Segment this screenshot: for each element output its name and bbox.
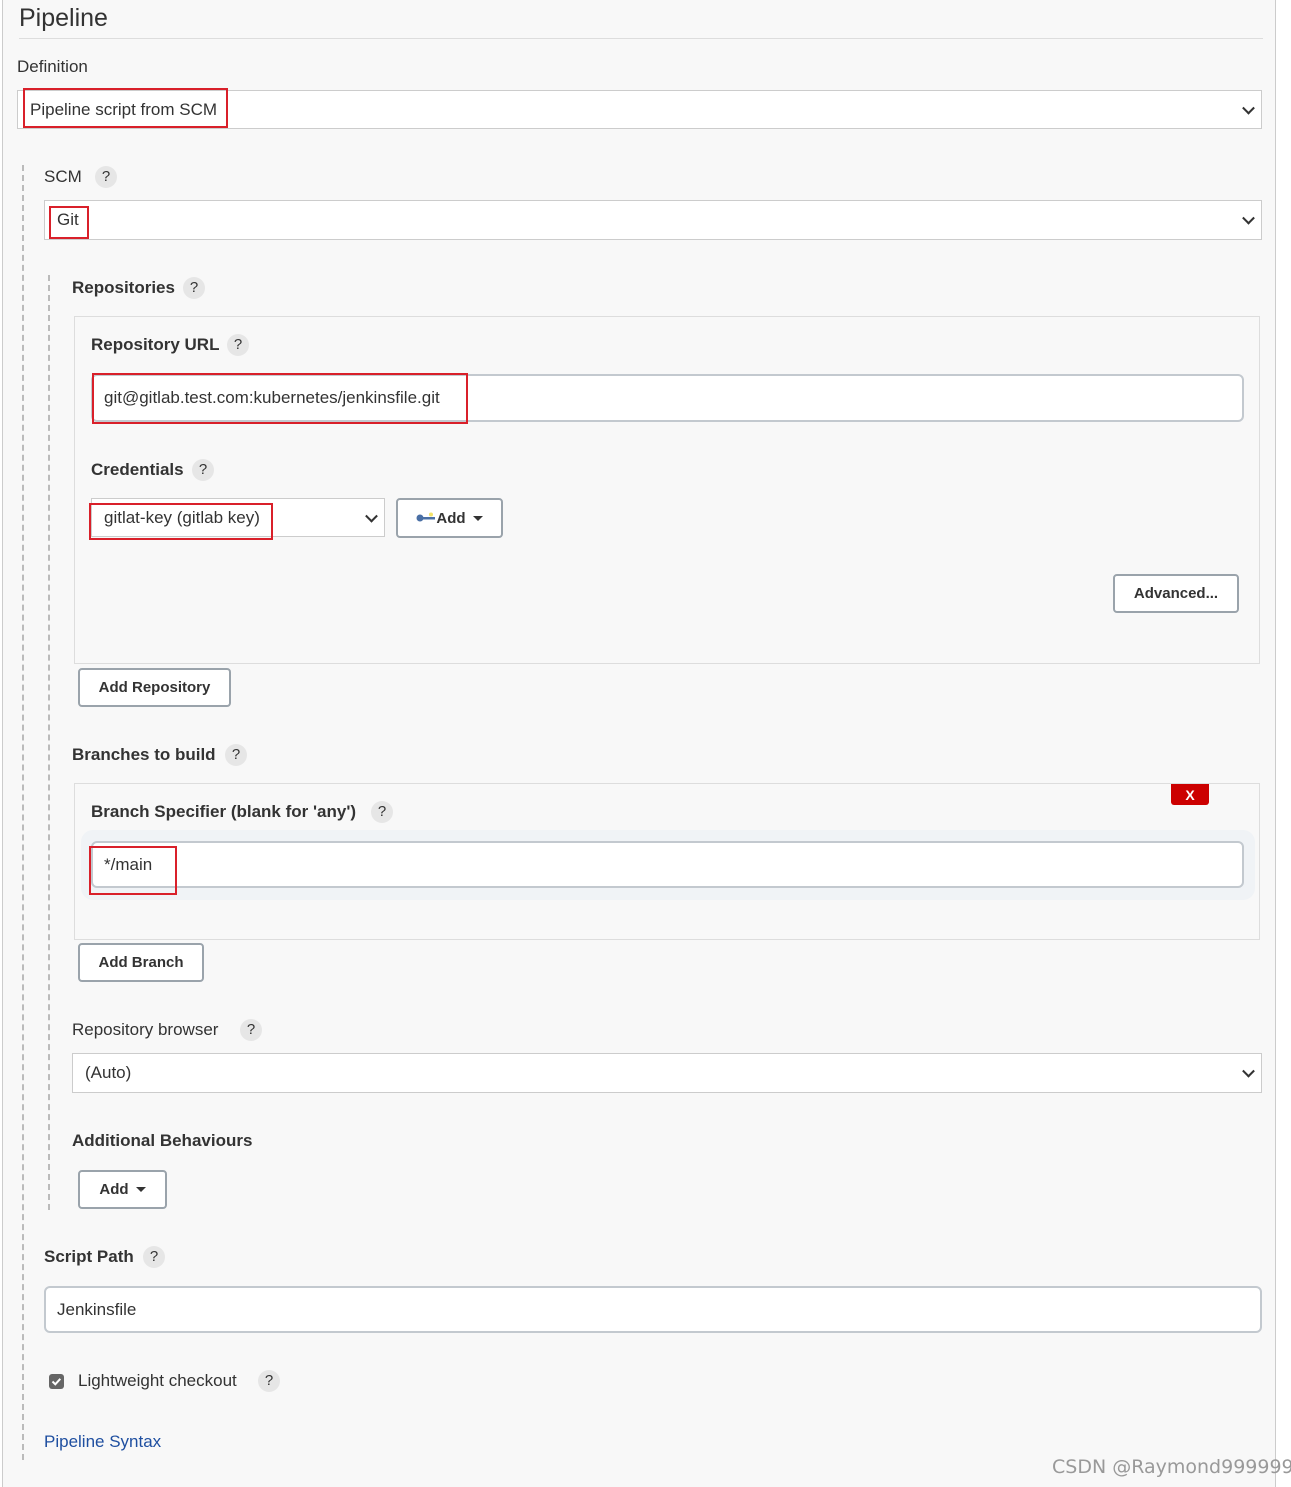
script-path-input[interactable]: Jenkinsfile: [44, 1286, 1262, 1333]
scm-select[interactable]: Git: [44, 200, 1262, 240]
script-path-label: Script Path: [44, 1247, 134, 1266]
highlight-box: [92, 373, 468, 424]
delete-branch-button[interactable]: X: [1171, 784, 1209, 805]
add-branch-button[interactable]: Add Branch: [78, 943, 204, 982]
caret-down-icon: [472, 515, 483, 521]
chevron-down-icon: [365, 509, 378, 523]
pipeline-syntax-link[interactable]: Pipeline Syntax: [44, 1432, 161, 1452]
key-icon: [416, 512, 436, 522]
branch-specifier-label: Branch Specifier (blank for 'any'): [91, 802, 357, 821]
help-icon[interactable]: ?: [143, 1246, 165, 1268]
caret-down-icon: [135, 1187, 146, 1192]
add-behaviour-button[interactable]: Add: [78, 1170, 167, 1209]
repository-entry: [74, 316, 1260, 664]
divider: [19, 38, 1263, 39]
help-icon[interactable]: ?: [227, 334, 249, 356]
add-credentials-button[interactable]: Add: [396, 498, 503, 538]
advanced-button[interactable]: Advanced...: [1113, 574, 1239, 613]
repository-browser-select[interactable]: (Auto): [72, 1053, 1262, 1093]
repository-url-label: Repository URL: [91, 335, 220, 354]
git-section-guide: [48, 275, 50, 1210]
lightweight-label: Lightweight checkout: [78, 1371, 237, 1390]
definition-label: Definition: [17, 57, 88, 76]
scm-label: SCM: [44, 167, 82, 186]
help-icon[interactable]: ?: [95, 166, 117, 188]
help-icon[interactable]: ?: [258, 1370, 280, 1392]
scm-section-guide: [22, 165, 24, 1460]
chevron-down-icon: [1242, 211, 1255, 225]
additional-behaviours-label: Additional Behaviours: [72, 1131, 253, 1150]
highlight-box: [89, 503, 273, 540]
check-icon: [51, 1378, 62, 1386]
add-behaviour-label: Add: [99, 1181, 129, 1198]
lightweight-checkbox[interactable]: [49, 1374, 64, 1389]
chevron-down-icon: [1242, 101, 1255, 115]
highlight-box: [89, 846, 177, 895]
branches-label: Branches to build: [72, 745, 216, 764]
credentials-label: Credentials: [91, 460, 184, 479]
help-icon[interactable]: ?: [183, 277, 205, 299]
highlight-box: [49, 206, 89, 239]
section-title: Pipeline: [19, 4, 108, 32]
branch-specifier-input[interactable]: */main: [91, 841, 1244, 888]
repository-browser-label: Repository browser: [72, 1020, 219, 1039]
script-path-value: Jenkinsfile: [57, 1299, 137, 1319]
add-repository-button[interactable]: Add Repository: [78, 668, 231, 707]
repositories-label: Repositories: [72, 278, 175, 297]
help-icon[interactable]: ?: [225, 744, 247, 766]
help-icon[interactable]: ?: [240, 1019, 262, 1041]
repository-browser-value: (Auto): [85, 1063, 132, 1082]
add-credentials-label: Add: [436, 509, 466, 527]
pipeline-config-panel: Pipeline Definition Pipeline script from…: [2, 0, 1276, 1487]
watermark: CSDN @Raymond999999: [1052, 1456, 1291, 1478]
highlight-box: [23, 88, 228, 128]
help-icon[interactable]: ?: [192, 459, 214, 481]
help-icon[interactable]: ?: [371, 801, 393, 823]
chevron-down-icon: [1242, 1064, 1255, 1078]
